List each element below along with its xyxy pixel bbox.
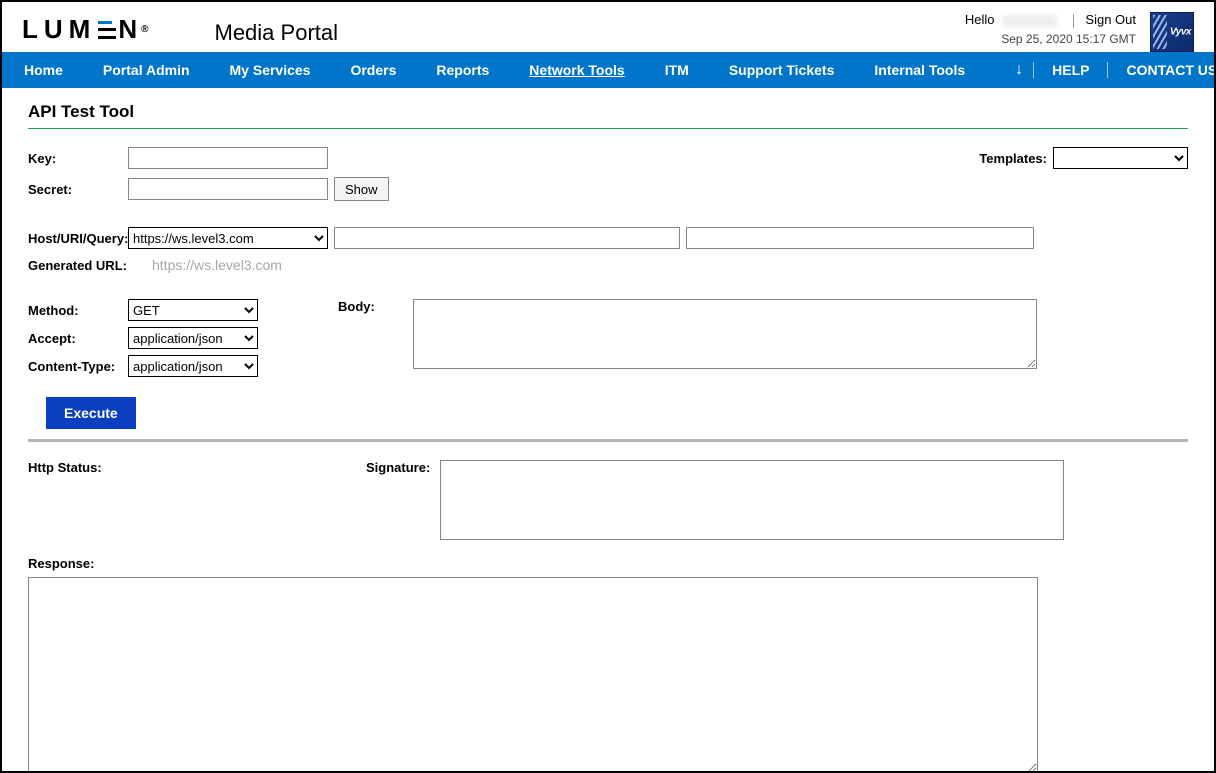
title-divider — [28, 128, 1188, 129]
greeting-line: Hello Sign Out — [965, 12, 1136, 28]
nav-contact-us[interactable]: CONTACT US — [1108, 62, 1216, 78]
key-row: Key: Templates: — [28, 147, 1188, 169]
logo-letter: M — [69, 14, 97, 45]
status-signature-row: Http Status: Signature: — [28, 460, 1188, 540]
secret-label: Secret: — [28, 182, 128, 197]
greeting-text: Hello — [965, 12, 995, 27]
templates-select[interactable] — [1053, 147, 1188, 169]
body-block: Body: — [338, 299, 1037, 369]
generated-url-label: Generated URL: — [28, 258, 150, 273]
nav-help[interactable]: HELP — [1033, 62, 1108, 78]
timestamp: Sep 25, 2020 15:17 GMT — [965, 32, 1136, 46]
vyvx-logo-text: Vyvx — [1170, 27, 1191, 38]
header: L U M N ® Media Portal Hello Sign Out Se… — [2, 2, 1214, 52]
nav-contact-label: CONTACT US — [1126, 62, 1216, 78]
navbar: Home Portal Admin My Services Orders Rep… — [2, 52, 1214, 88]
greeting-block: Hello Sign Out Sep 25, 2020 15:17 GMT — [965, 12, 1136, 46]
generated-url-row: Generated URL: https://ws.level3.com — [28, 257, 1188, 273]
divider — [1073, 14, 1074, 28]
show-button[interactable]: Show — [334, 177, 389, 201]
nav-network-tools[interactable]: Network Tools — [529, 62, 624, 78]
nav-scroll-icon[interactable]: ↓ — [1005, 61, 1033, 79]
logo-mark: ® — [141, 24, 154, 35]
page-title: API Test Tool — [28, 102, 1188, 122]
nav-orders[interactable]: Orders — [350, 62, 396, 78]
header-right: Hello Sign Out Sep 25, 2020 15:17 GMT Vy… — [965, 12, 1194, 52]
templates-label: Templates: — [979, 151, 1047, 166]
vyvx-logo: Vyvx — [1150, 12, 1194, 52]
signature-label: Signature: — [366, 460, 440, 475]
body-textarea[interactable] — [413, 299, 1037, 369]
nav-my-services[interactable]: My Services — [230, 62, 311, 78]
http-status-label: Http Status: — [28, 460, 366, 475]
logo-bars-icon — [98, 21, 116, 39]
nav-home[interactable]: Home — [24, 62, 63, 78]
response-textarea[interactable] — [28, 577, 1038, 773]
nav-internal-tools[interactable]: Internal Tools — [874, 62, 965, 78]
response-label: Response: — [28, 556, 1188, 571]
uri-input[interactable] — [334, 227, 680, 249]
accept-label: Accept: — [28, 331, 128, 346]
accept-row: Accept: application/json — [28, 327, 258, 349]
host-select[interactable]: https://ws.level3.com — [128, 227, 328, 249]
secret-input[interactable] — [128, 178, 328, 200]
logo-letter: N — [118, 14, 143, 45]
nav-right: ↓ HELP CONTACT US — [1005, 61, 1216, 79]
content-type-row: Content-Type: application/json — [28, 355, 258, 377]
content: API Test Tool Key: Templates: Secret: Sh… — [2, 88, 1214, 773]
host-label: Host/URI/Query: — [28, 231, 128, 246]
content-type-label: Content-Type: — [28, 359, 128, 374]
body-label: Body: — [338, 299, 375, 314]
execute-button[interactable]: Execute — [46, 397, 136, 429]
accept-select[interactable]: application/json — [128, 327, 258, 349]
templates-group: Templates: — [979, 147, 1188, 169]
username-redacted — [1002, 15, 1057, 27]
app-frame: L U M N ® Media Portal Hello Sign Out Se… — [0, 0, 1216, 773]
method-block: Method: GET Accept: application/json Con… — [28, 299, 1188, 383]
section-divider — [28, 439, 1188, 442]
method-select[interactable]: GET — [128, 299, 258, 321]
secret-row: Secret: Show — [28, 177, 1188, 201]
logo-letter: U — [44, 14, 69, 45]
sign-out-link[interactable]: Sign Out — [1085, 12, 1136, 27]
key-input[interactable] — [128, 147, 328, 169]
nav-reports[interactable]: Reports — [436, 62, 489, 78]
logo-letter: L — [22, 14, 44, 45]
method-label: Method: — [28, 303, 128, 318]
portal-title: Media Portal — [215, 20, 339, 46]
signature-textarea[interactable] — [440, 460, 1064, 540]
content-type-select[interactable]: application/json — [128, 355, 258, 377]
nav-itm[interactable]: ITM — [665, 62, 689, 78]
lumen-logo: L U M N ® — [22, 14, 155, 45]
method-row: Method: GET — [28, 299, 258, 321]
nav-portal-admin[interactable]: Portal Admin — [103, 62, 190, 78]
query-input[interactable] — [686, 227, 1034, 249]
generated-url-value: https://ws.level3.com — [152, 257, 282, 273]
key-label: Key: — [28, 151, 128, 166]
method-left: Method: GET Accept: application/json Con… — [28, 299, 258, 383]
host-row: Host/URI/Query: https://ws.level3.com — [28, 227, 1188, 249]
nav-support-tickets[interactable]: Support Tickets — [729, 62, 835, 78]
